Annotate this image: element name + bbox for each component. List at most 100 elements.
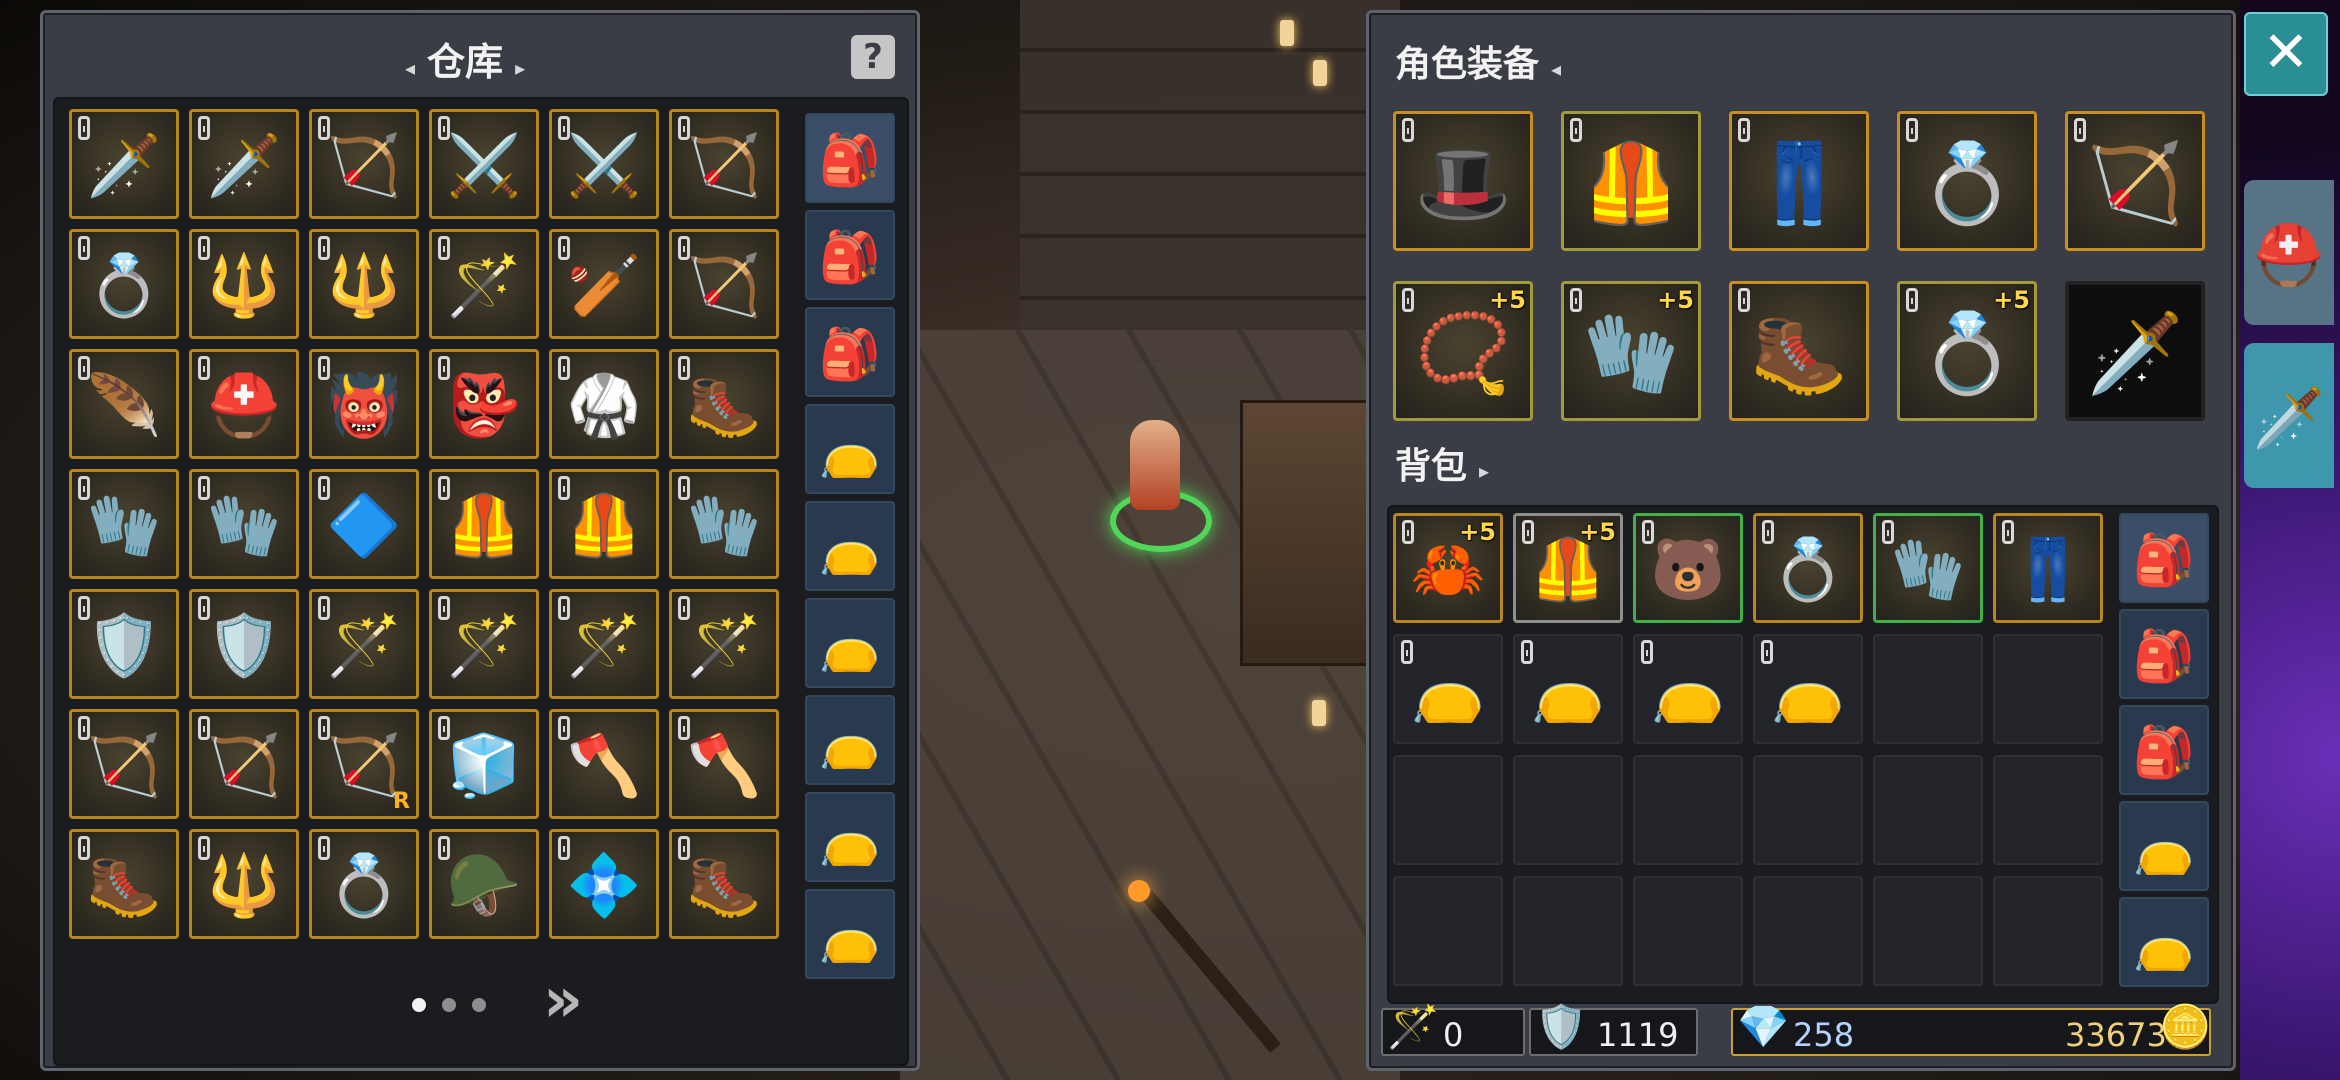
item-slot[interactable]: 🏹 — [189, 709, 299, 819]
item-slot[interactable]: 🦺 — [429, 469, 539, 579]
item-slot[interactable]: 🏹 — [69, 709, 179, 819]
storage-bag-slot[interactable]: 👝 — [805, 695, 895, 785]
item-slot[interactable]: 👹 — [309, 349, 419, 459]
item-slot[interactable]: 🦺 — [1561, 111, 1701, 251]
item-slot[interactable]: 🪄 — [309, 589, 419, 699]
item-slot[interactable]: 💠 — [549, 829, 659, 939]
backpack-bag-slot[interactable]: 👝 — [2119, 897, 2209, 987]
item-slot[interactable]: 🪄 — [429, 229, 539, 339]
item-slot[interactable]: 💍 — [69, 229, 179, 339]
sword-tab[interactable]: 🗡️ — [2244, 343, 2334, 488]
empty-slot[interactable] — [1753, 876, 1863, 986]
item-slot[interactable]: 👝 — [1753, 634, 1863, 744]
page-dot-3[interactable] — [472, 998, 486, 1012]
item-slot[interactable]: 🗡️ — [2065, 281, 2205, 421]
item-slot[interactable]: 🏹 — [2065, 111, 2205, 251]
item-slot[interactable]: 👺 — [429, 349, 539, 459]
item-slot[interactable]: 🥾 — [669, 829, 779, 939]
storage-bag-slot[interactable]: 👝 — [805, 792, 895, 882]
item-slot[interactable]: 🐻 — [1633, 513, 1743, 623]
item-slot[interactable]: 📿 +5 — [1393, 281, 1533, 421]
item-slot[interactable]: 💍 — [1753, 513, 1863, 623]
item-slot[interactable]: 🛡️ — [69, 589, 179, 699]
storage-bag-slot[interactable]: 👝 — [805, 404, 895, 494]
item-slot[interactable]: 🪓 — [549, 709, 659, 819]
item-slot[interactable]: 🔷 — [309, 469, 419, 579]
item-slot[interactable]: 🧤 — [189, 469, 299, 579]
item-slot[interactable]: 🔱 — [189, 229, 299, 339]
empty-slot[interactable] — [1513, 755, 1623, 865]
item-slot[interactable]: 👝 — [1513, 634, 1623, 744]
item-slot[interactable]: 👝 — [1393, 634, 1503, 744]
item-slot[interactable]: 🥾 — [69, 829, 179, 939]
page-dot-1[interactable] — [412, 998, 426, 1012]
item-slot[interactable]: 👖 — [1993, 513, 2103, 623]
item-slot[interactable]: 🔱 — [309, 229, 419, 339]
item-slot[interactable]: 🪶 — [69, 349, 179, 459]
item-slot[interactable]: 💍 +5 — [1897, 281, 2037, 421]
backpack-bag-slot[interactable]: 🎒 — [2119, 609, 2209, 699]
item-slot[interactable]: 🧤 — [1873, 513, 1983, 623]
item-slot[interactable]: ⚔️ — [429, 109, 539, 219]
empty-slot[interactable] — [1993, 634, 2103, 744]
item-slot[interactable]: 🗡️ — [69, 109, 179, 219]
item-slot[interactable]: ⛑️ — [189, 349, 299, 459]
backpack-bag-slot[interactable]: 👝 — [2119, 801, 2209, 891]
next-page-button[interactable]: » — [543, 963, 583, 1036]
item-slot[interactable]: 🪄 — [429, 589, 539, 699]
item-slot[interactable]: 🧤 +5 — [1561, 281, 1701, 421]
empty-slot[interactable] — [1513, 876, 1623, 986]
empty-slot[interactable] — [1873, 634, 1983, 744]
item-slot[interactable]: 🔱 — [189, 829, 299, 939]
empty-slot[interactable] — [1873, 876, 1983, 986]
backpack-bag-slot[interactable]: 🎒 — [2119, 705, 2209, 795]
player-character[interactable] — [1110, 420, 1212, 552]
item-slot[interactable]: 🥾 — [669, 349, 779, 459]
item-slot[interactable]: 🏹 — [309, 109, 419, 219]
help-button[interactable]: ? — [851, 35, 895, 79]
item-slot[interactable]: ⚔️ — [549, 109, 659, 219]
storage-bag-slot[interactable]: 👝 — [805, 501, 895, 591]
storage-bag-slot[interactable]: 🎒 — [805, 113, 895, 203]
storage-bag-slot[interactable]: 🎒 — [805, 307, 895, 397]
page-dot-2[interactable] — [442, 998, 456, 1012]
empty-slot[interactable] — [1873, 755, 1983, 865]
item-slot[interactable]: 🦺 — [549, 469, 659, 579]
lock-icon — [1738, 118, 1750, 142]
item-slot[interactable]: 🎩 — [1393, 111, 1533, 251]
item-slot[interactable]: 🧤 — [669, 469, 779, 579]
empty-slot[interactable] — [1993, 876, 2103, 986]
item-slot[interactable]: 🪄 — [669, 589, 779, 699]
item-slot[interactable]: 🗡️ — [189, 109, 299, 219]
empty-slot[interactable] — [1393, 755, 1503, 865]
backpack-bag-slot[interactable]: 🎒 — [2119, 513, 2209, 603]
helmet-tab[interactable]: ⛑️ — [2244, 180, 2334, 325]
item-slot[interactable]: 🦀 +5 — [1393, 513, 1503, 623]
item-slot[interactable]: 🏹 — [669, 229, 779, 339]
item-slot[interactable]: 🪖 — [429, 829, 539, 939]
empty-slot[interactable] — [1993, 755, 2103, 865]
item-slot[interactable]: 🪓 — [669, 709, 779, 819]
storage-bag-slot[interactable]: 🎒 — [805, 210, 895, 300]
item-slot[interactable]: 🪄 — [549, 589, 659, 699]
item-slot[interactable]: 🏏 — [549, 229, 659, 339]
item-slot[interactable]: 💍 — [1897, 111, 2037, 251]
close-button[interactable]: ✕ — [2244, 12, 2328, 96]
storage-bag-slot[interactable]: 👝 — [805, 889, 895, 979]
empty-slot[interactable] — [1753, 755, 1863, 865]
item-slot[interactable]: 💍 — [309, 829, 419, 939]
storage-bag-slot[interactable]: 👝 — [805, 598, 895, 688]
item-slot[interactable]: 🦺 +5 — [1513, 513, 1623, 623]
item-slot[interactable]: 👖 — [1729, 111, 1869, 251]
item-slot[interactable]: 🧤 — [69, 469, 179, 579]
item-slot[interactable]: 🏹 — [669, 109, 779, 219]
empty-slot[interactable] — [1393, 876, 1503, 986]
item-slot[interactable]: 🥾 — [1729, 281, 1869, 421]
empty-slot[interactable] — [1633, 876, 1743, 986]
item-slot[interactable]: 🛡️ — [189, 589, 299, 699]
item-slot[interactable]: 🥋 — [549, 349, 659, 459]
item-slot[interactable]: 👝 — [1633, 634, 1743, 744]
item-slot[interactable]: 🧊 — [429, 709, 539, 819]
empty-slot[interactable] — [1633, 755, 1743, 865]
item-slot[interactable]: 🏹 R — [309, 709, 419, 819]
